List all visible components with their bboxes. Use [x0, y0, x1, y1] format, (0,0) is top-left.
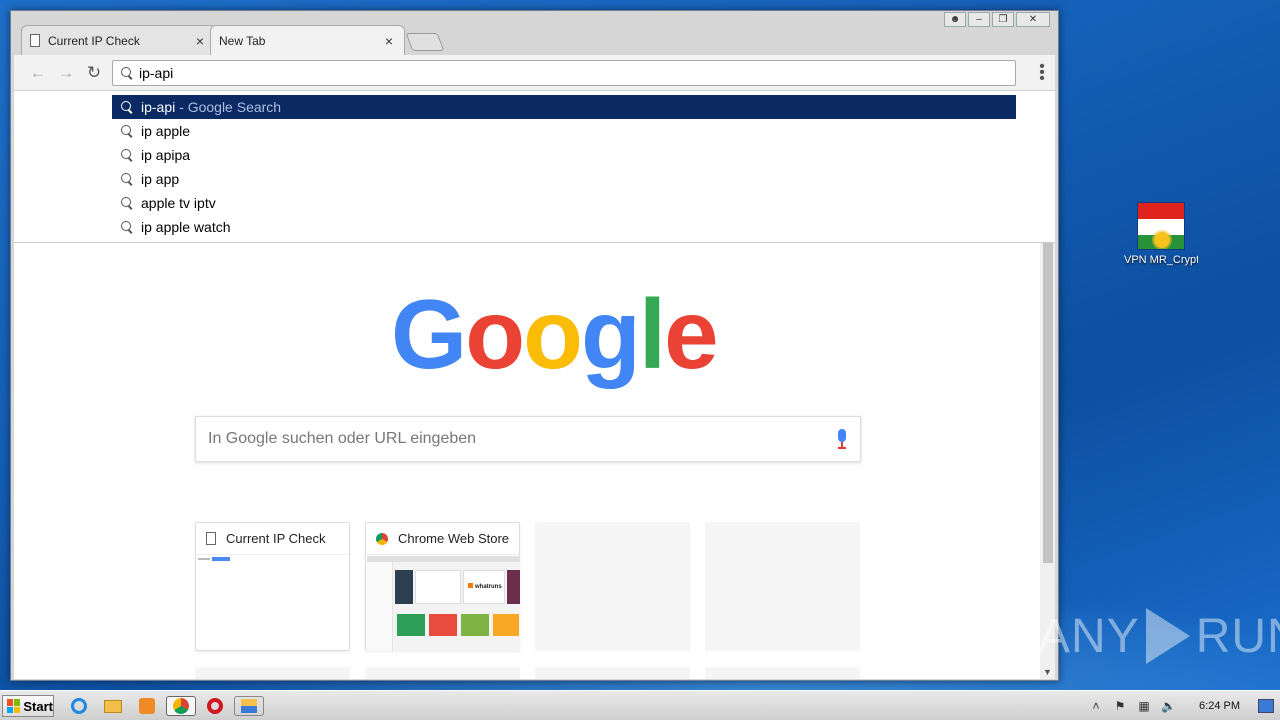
suggestion-text: ip-api	[141, 99, 176, 115]
most-visited-tile-current-ip-check[interactable]: Current IP Check	[195, 522, 350, 651]
reload-icon[interactable]: ↻	[84, 63, 104, 83]
tile-thumbnail: whatruns	[367, 556, 520, 651]
suggestion-text: apple tv iptv	[141, 195, 216, 211]
tab-title: Current IP Check	[48, 33, 140, 48]
desktop-icon-label: VPN MR_Crypte...	[1124, 254, 1198, 266]
tab-close-icon[interactable]: ×	[382, 33, 396, 49]
page-icon	[206, 532, 216, 545]
start-label: Start	[23, 698, 53, 714]
google-search-input[interactable]	[208, 430, 808, 448]
flag-icon	[1137, 202, 1185, 250]
tab-title: New Tab	[219, 33, 266, 48]
internet-explorer-icon[interactable]	[68, 696, 90, 716]
search-icon	[121, 221, 133, 233]
omnibox-suggestions: ip-api - Google Search ip apple ip apipa…	[14, 91, 1055, 243]
search-icon	[121, 197, 133, 209]
scrollbar-thumb[interactable]	[1043, 241, 1053, 563]
page-icon	[30, 34, 40, 47]
google-logo: Google	[391, 279, 719, 389]
most-visited-tile-empty	[705, 667, 860, 679]
menu-dots-icon[interactable]: • • •	[1037, 59, 1047, 87]
media-player-icon[interactable]	[136, 696, 158, 716]
desktop-icon-vpn[interactable]: VPN MR_Crypte...	[1124, 202, 1198, 267]
network-icon[interactable]: ▦	[1137, 699, 1151, 713]
back-arrow-icon[interactable]: ←	[28, 63, 48, 83]
suggestion-text: ip app	[141, 171, 180, 187]
most-visited-tile-chrome-web-store[interactable]: Chrome Web Store whatruns	[365, 522, 520, 651]
suggestion-text: ip apple watch	[141, 219, 231, 235]
search-icon	[121, 173, 133, 185]
logo-letter: e	[664, 279, 718, 389]
most-visited-tile-empty	[365, 667, 520, 679]
minimize-button[interactable]: –	[968, 12, 990, 27]
forward-arrow-icon[interactable]: →	[56, 63, 76, 83]
tile-title: Chrome Web Store	[398, 531, 510, 546]
search-icon	[121, 101, 133, 113]
action-center-flag-icon[interactable]: ⚑	[1113, 699, 1127, 713]
opera-icon[interactable]	[204, 696, 226, 716]
tile-thumbnail	[198, 557, 232, 561]
show-hidden-icons-icon[interactable]: ˄	[1089, 699, 1103, 713]
logo-letter: g	[580, 279, 641, 389]
tab-new-tab[interactable]: New Tab ×	[210, 25, 405, 55]
chrome-taskbar-icon[interactable]	[166, 696, 196, 716]
system-tray: ˄ ⚑ ▦ 🔈 6:24 PM	[1089, 691, 1280, 720]
clock[interactable]: 6:24 PM	[1199, 700, 1240, 712]
google-search-box[interactable]	[195, 416, 861, 462]
play-icon	[1145, 608, 1190, 664]
logo-letter: G	[391, 279, 467, 389]
address-bar[interactable]	[112, 60, 1016, 86]
scroll-down-icon[interactable]: ▼	[1043, 667, 1052, 677]
chrome-web-store-icon	[376, 532, 388, 545]
logo-letter: o	[465, 279, 525, 389]
browser-toolbar: ← → ↻ •••	[14, 55, 1055, 91]
suggestion-text: ip apple	[141, 123, 191, 139]
search-icon	[121, 125, 133, 137]
volume-icon[interactable]: 🔈	[1161, 699, 1176, 713]
most-visited-tile-empty	[535, 667, 690, 679]
window-controls: ☻ – ❐ ✕	[944, 12, 1050, 27]
suggestion-item[interactable]: ip-api - Google Search	[112, 95, 1016, 119]
start-button[interactable]: Start	[2, 695, 54, 717]
search-icon	[121, 67, 133, 79]
browser-window: ☻ – ❐ ✕ Current IP Check × New Tab × ← →…	[10, 10, 1059, 681]
suggestion-hint: - Google Search	[175, 99, 282, 115]
suggestion-item[interactable]: ip apple watch	[112, 215, 1016, 239]
suggestion-item[interactable]: ip app	[112, 167, 1016, 191]
tab-strip: Current IP Check × New Tab ×	[21, 25, 445, 55]
most-visited-tile-empty	[535, 522, 690, 651]
restore-button[interactable]: ❐	[992, 12, 1014, 27]
suggestion-item[interactable]: ip apple	[112, 119, 1016, 143]
windows-logo-icon	[7, 699, 21, 713]
new-tab-button[interactable]	[405, 33, 445, 51]
suggestion-item[interactable]: apple tv iptv	[112, 191, 1016, 215]
logo-letter: o	[523, 279, 583, 389]
profile-icon[interactable]: ☻	[944, 12, 966, 27]
show-desktop-icon[interactable]	[1258, 699, 1274, 713]
logo-letter: l	[638, 279, 666, 389]
thumbnail-brand: whatruns	[475, 584, 502, 590]
taskbar: Start ˄ ⚑ ▦ 🔈 6:24 PM	[0, 690, 1280, 720]
close-window-button[interactable]: ✕	[1016, 12, 1050, 27]
tile-title: Current IP Check	[226, 531, 326, 546]
tab-current-ip-check[interactable]: Current IP Check ×	[21, 25, 216, 55]
suggestion-text: ip apipa	[141, 147, 191, 163]
address-input[interactable]	[139, 65, 999, 81]
anyrun-watermark: ANY RUN	[1038, 608, 1280, 664]
watermark-text-left: ANY	[1038, 609, 1140, 663]
suggestion-item[interactable]: ip apipa	[112, 143, 1016, 167]
most-visited-tile-empty	[705, 522, 860, 651]
tab-close-icon[interactable]: ×	[193, 33, 207, 49]
most-visited-tile-empty	[195, 667, 350, 679]
microphone-icon[interactable]	[835, 429, 849, 451]
file-explorer-icon[interactable]	[102, 696, 124, 716]
watermark-text-right: RUN	[1195, 609, 1280, 663]
app-window-icon[interactable]	[234, 696, 264, 716]
search-icon	[121, 149, 133, 161]
